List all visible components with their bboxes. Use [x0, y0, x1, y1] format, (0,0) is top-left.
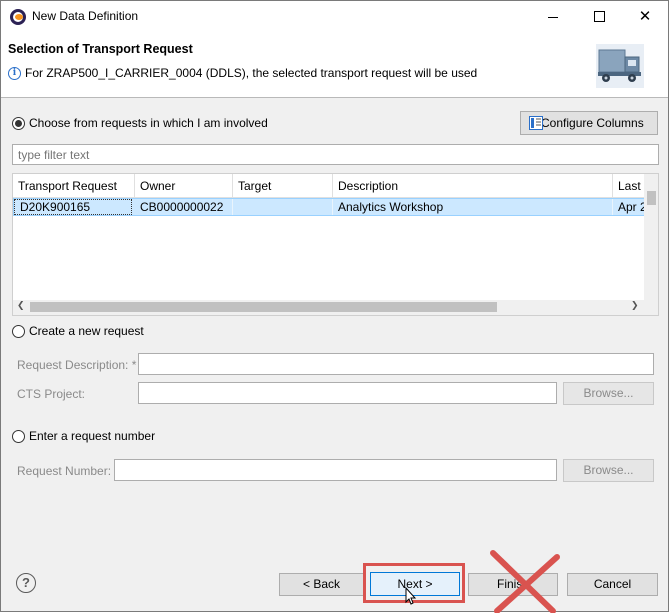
- choose-requests-label[interactable]: Choose from requests in which I am invol…: [29, 116, 268, 130]
- column-header-owner[interactable]: Owner: [135, 174, 233, 198]
- window-title: New Data Definition: [32, 9, 139, 23]
- request-description-field[interactable]: [138, 353, 654, 375]
- cts-project-field[interactable]: [138, 382, 557, 404]
- request-number-label: Request Number:: [17, 464, 112, 478]
- horizontal-scroll-thumb[interactable]: [30, 302, 497, 312]
- eclipse-icon: [10, 9, 26, 25]
- configure-columns-label: Configure Columns: [541, 116, 644, 130]
- maximize-icon[interactable]: [576, 1, 622, 32]
- transport-request-table: Transport Request Owner Target Descripti…: [12, 173, 659, 316]
- enter-request-number-label[interactable]: Enter a request number: [29, 429, 155, 443]
- info-icon: i: [8, 67, 21, 80]
- cross-out-mark: [490, 550, 560, 613]
- table-row[interactable]: D20K900165 CB0000000022 Analytics Worksh…: [13, 198, 647, 216]
- cts-project-label: CTS Project:: [17, 387, 86, 401]
- close-icon[interactable]: ✕: [622, 1, 668, 32]
- horizontal-scrollbar[interactable]: ❮ ❯: [13, 300, 658, 315]
- minimize-icon[interactable]: [530, 1, 576, 32]
- table-header: Transport Request Owner Target Descripti…: [13, 174, 653, 198]
- vertical-scrollbar[interactable]: [644, 174, 658, 300]
- cell-owner: CB0000000022: [135, 199, 233, 215]
- title-bar: New Data Definition ✕: [1, 1, 668, 32]
- cell-target: [233, 199, 333, 215]
- scroll-right-icon[interactable]: ❯: [631, 300, 639, 311]
- configure-columns-icon: [529, 116, 543, 130]
- browse-cts-project-button[interactable]: Browse...: [563, 382, 654, 405]
- choose-requests-radio[interactable]: [12, 117, 25, 130]
- create-request-radio[interactable]: [12, 325, 25, 338]
- cancel-button[interactable]: Cancel: [567, 573, 658, 596]
- enter-request-number-radio[interactable]: [12, 430, 25, 443]
- browse-request-number-button[interactable]: Browse...: [563, 459, 654, 482]
- transport-truck-icon: [596, 44, 644, 88]
- request-number-field[interactable]: [114, 459, 557, 481]
- cell-transport-request: D20K900165: [14, 199, 132, 215]
- column-header-description[interactable]: Description: [333, 174, 613, 198]
- wizard-header: Selection of Transport Request i For ZRA…: [1, 32, 668, 98]
- scroll-left-icon[interactable]: ❮: [17, 300, 25, 311]
- mouse-cursor-icon: [405, 587, 417, 605]
- column-header-target[interactable]: Target: [233, 174, 333, 198]
- vertical-scroll-thumb[interactable]: [647, 191, 656, 205]
- request-description-label: Request Description: *: [17, 358, 137, 372]
- back-button[interactable]: < Back: [279, 573, 364, 596]
- configure-columns-button[interactable]: Configure Columns: [520, 111, 658, 135]
- filter-input[interactable]: [12, 144, 659, 165]
- column-header-transport-request[interactable]: Transport Request: [13, 174, 135, 198]
- page-title: Selection of Transport Request: [8, 42, 193, 56]
- cell-description: Analytics Workshop: [333, 199, 613, 215]
- help-icon[interactable]: ?: [16, 573, 36, 593]
- create-request-label[interactable]: Create a new request: [29, 324, 144, 338]
- header-message: For ZRAP500_I_CARRIER_0004 (DDLS), the s…: [25, 66, 478, 80]
- dialog-window: New Data Definition ✕ Selection of Trans…: [0, 0, 669, 613]
